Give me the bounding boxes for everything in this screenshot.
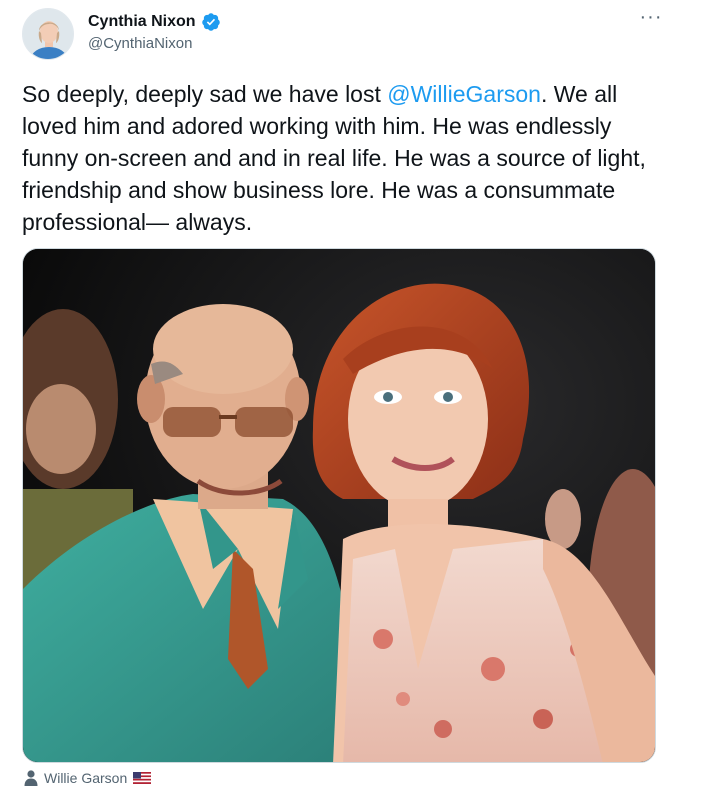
avatar-image <box>23 9 73 59</box>
display-name-row: Cynthia Nixon <box>88 12 221 32</box>
tagged-name[interactable]: Willie Garson <box>44 770 127 786</box>
verified-badge-icon <box>201 13 220 31</box>
mention-link[interactable]: @WillieGarson <box>387 81 541 107</box>
tweet-photo[interactable] <box>22 248 656 763</box>
photo-image <box>23 249 655 762</box>
tagged-people[interactable]: Willie Garson <box>24 768 152 788</box>
tweet-header: Cynthia Nixon @CynthiaNixon ··· <box>22 6 662 64</box>
tweet-text-part-1: So deeply, deeply sad we have lost <box>22 81 388 107</box>
us-flag-icon <box>133 772 152 784</box>
author-avatar[interactable] <box>22 8 74 60</box>
author-handle[interactable]: @CynthiaNixon <box>88 34 221 54</box>
author-names: Cynthia Nixon @CynthiaNixon <box>88 12 221 54</box>
more-horizontal-icon[interactable]: ··· <box>634 7 668 32</box>
author-display-name[interactable]: Cynthia Nixon <box>88 12 196 32</box>
tweet-text: So deeply, deeply sad we have lost @Will… <box>22 78 672 238</box>
person-icon <box>24 770 38 786</box>
tweet-card: Cynthia Nixon @CynthiaNixon ··· So deepl… <box>0 0 703 789</box>
